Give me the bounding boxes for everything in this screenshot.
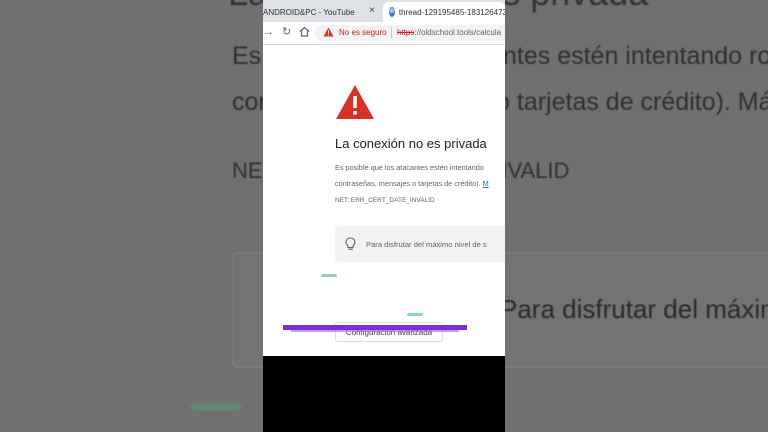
- tab-youtube-label: ANDROID&PC - YouTube: [263, 7, 355, 17]
- decorative-dash: [321, 274, 337, 277]
- error-description-line1: Es posible que los atacantes estén inten…: [335, 163, 484, 172]
- warning-icon[interactable]: [323, 27, 334, 39]
- tab-thread[interactable]: ⊕ thread-129195485-18312647393: [383, 2, 505, 22]
- video-frame: ANDROID&PC - YouTube × ⊕ thread-12919548…: [263, 0, 505, 432]
- warning-triangle-icon: [335, 84, 375, 125]
- home-icon[interactable]: [299, 26, 310, 41]
- error-code: NET::ERR_CERT_DATE_INVALID: [335, 197, 435, 204]
- watermark-bar-shadow: [291, 330, 459, 332]
- url-text[interactable]: https://oldschool.tools/calcula: [397, 28, 501, 37]
- back-arrow-icon[interactable]: →: [263, 26, 274, 39]
- tab-bar: ANDROID&PC - YouTube × ⊕ thread-12919548…: [263, 0, 505, 22]
- tip-text: Para disfrutar del máximo nivel de s: [366, 240, 487, 249]
- error-description-line2-wrap: contraseñas, mensajes o tarjetas de créd…: [335, 176, 505, 192]
- more-info-link[interactable]: M: [483, 179, 489, 188]
- browser-toolbar: → ↻ No es seguro https://oldschool.tools…: [263, 22, 505, 45]
- address-separator: [391, 27, 392, 38]
- bg-green-dash: [190, 404, 242, 410]
- error-description-line2: contraseñas, mensajes o tarjetas de créd…: [335, 179, 481, 188]
- url-scheme: https: [397, 28, 415, 37]
- tip-box[interactable]: Para disfrutar del máximo nivel de s: [335, 226, 505, 262]
- page-title: La conexión no es privada: [335, 136, 487, 151]
- address-bar[interactable]: No es seguro https://oldschool.tools/cal…: [315, 25, 505, 41]
- not-secure-label[interactable]: No es seguro: [339, 28, 387, 37]
- tab-youtube[interactable]: ANDROID&PC - YouTube ×: [263, 2, 381, 22]
- decorative-dash: [407, 313, 423, 316]
- bg-tip-text: Para disfrutar del máximo nivel de segur…: [500, 294, 768, 324]
- tab-thread-label: thread-129195485-18312647393: [398, 7, 505, 17]
- close-tab-icon[interactable]: ×: [369, 5, 375, 16]
- browser-screen: ANDROID&PC - YouTube × ⊕ thread-12919548…: [263, 0, 505, 356]
- reload-icon[interactable]: ↻: [282, 26, 291, 39]
- lightbulb-icon: [345, 237, 356, 256]
- url-rest: ://oldschool.tools/calcula: [414, 28, 502, 37]
- error-description: Es posible que los atacantes estén inten…: [335, 160, 505, 192]
- globe-icon: ⊕: [389, 7, 395, 17]
